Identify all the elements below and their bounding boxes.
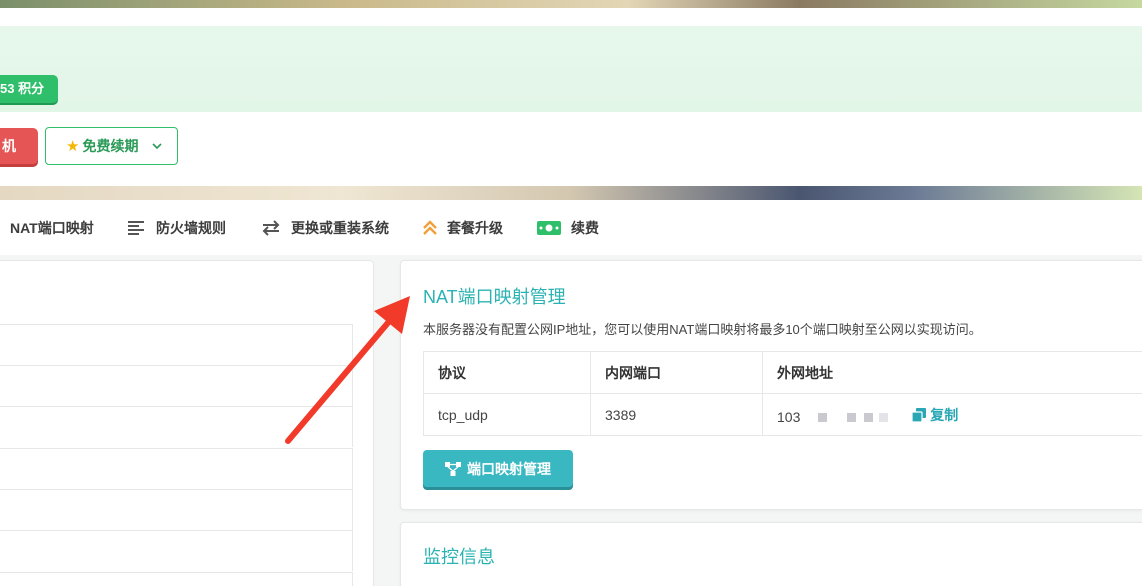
port-mapping-manage-label: 端口映射管理 [467,460,551,477]
tab-label: 防火墙规则 [156,220,226,236]
monitor-card: 监控信息 [400,522,1142,586]
tab-label: 套餐升级 [447,220,503,236]
tab-label: 续费 [571,220,599,236]
column-header-inner-port: 内网端口 [590,351,763,394]
tab-label: NAT端口映射 [10,220,94,236]
copy-button[interactable]: 复制 [912,405,958,425]
redacted-block [879,413,889,423]
money-icon [537,221,561,235]
star-icon: ★ [66,138,80,155]
double-chevron-up-icon [423,220,437,235]
table-header-row: 协议 内网端口 外网地址 [423,351,1142,394]
server-nav: NAT端口映射 防火墙规则 更换或重装系统 套餐升级 续费 [0,200,1142,255]
info-row [0,406,353,447]
nat-management-card: NAT端口映射管理 本服务器没有配置公网IP地址，您可以使用NAT端口映射将最多… [400,260,1142,510]
hero-banner: 53 积分 机 ★ 免费续期 [0,0,1142,200]
table-row: tcp_udp 3389 103 复制 [423,393,1142,436]
cell-outer-address: 103 复制 [762,393,1142,436]
column-header-outer-address: 外网地址 [762,351,1142,394]
redacted-block [818,413,828,423]
tab-firewall-rules[interactable]: 防火墙规则 [128,218,226,238]
tab-nat-port-mapping[interactable]: NAT端口映射 [10,218,94,238]
info-row [0,448,353,489]
info-row [0,530,353,571]
cell-inner-port: 3389 [590,393,763,436]
info-row [0,324,353,365]
exchange-icon [262,220,280,236]
network-icon [445,461,461,476]
free-renew-label: 免费续期 [82,138,139,154]
align-left-icon [128,221,144,235]
redacted-block [847,413,857,423]
nat-description: 本服务器没有配置公网IP地址，您可以使用NAT端口映射将最多10个端口映射至公网… [423,322,982,337]
banner-art-bottom [0,186,1142,200]
redacted-block [864,413,874,423]
port-mapping-manage-button[interactable]: 端口映射管理 [423,450,573,487]
column-header-protocol: 协议 [423,351,591,394]
tab-plan-upgrade[interactable]: 套餐升级 [423,218,503,238]
nat-card-title: NAT端口映射管理 [423,287,566,307]
tab-reinstall-system[interactable]: 更换或重装系统 [261,218,389,238]
cell-protocol: tcp_udp [423,393,591,436]
tab-renewal[interactable]: 续费 [537,218,599,238]
chevron-down-icon [152,143,163,150]
nat-table: 协议 内网端口 外网地址 tcp_udp 3389 103 复制 [423,351,1142,436]
free-renew-button[interactable]: ★ 免费续期 [45,127,178,165]
info-row [0,365,353,406]
banner-green-band [0,26,1142,112]
server-info-card [0,260,374,586]
monitor-card-title: 监控信息 [423,547,495,567]
red-action-button[interactable]: 机 [0,128,38,164]
info-row [0,489,353,530]
info-row [0,572,353,586]
tab-label: 更换或重装系统 [291,220,389,236]
banner-art-top [0,0,1142,8]
copy-label: 复制 [930,406,959,423]
points-badge[interactable]: 53 积分 [0,75,59,103]
outer-address-text: 103 [777,408,801,425]
copy-icon [912,407,927,422]
